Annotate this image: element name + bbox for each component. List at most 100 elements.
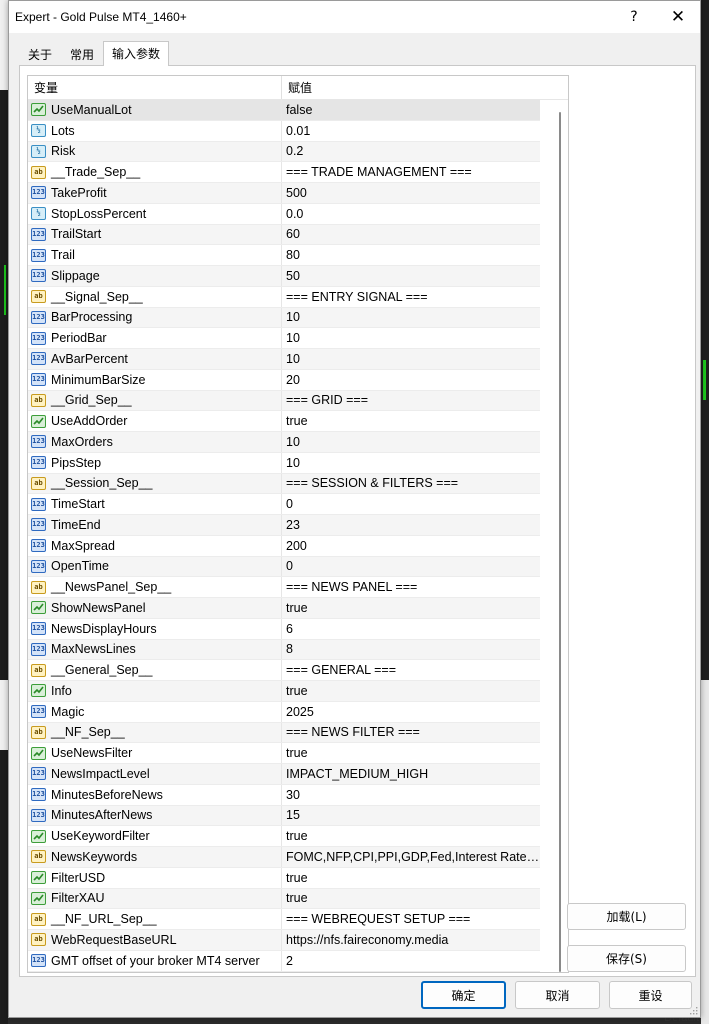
parameter-name-cell[interactable]: 123 MinutesAfterNews bbox=[28, 805, 282, 826]
parameter-row[interactable]: ShowNewsPanel true bbox=[28, 598, 540, 619]
parameter-value[interactable]: 0.2 bbox=[282, 144, 540, 158]
parameter-name-cell[interactable]: UseAddOrder bbox=[28, 411, 282, 431]
parameter-value[interactable]: 0.0 bbox=[282, 207, 540, 221]
parameter-row[interactable]: ab __General_Sep__ === GENERAL === bbox=[28, 660, 540, 681]
resize-grip-icon[interactable] bbox=[688, 1005, 698, 1015]
parameter-value[interactable]: true bbox=[282, 414, 540, 428]
parameter-row[interactable]: 123 BarProcessing 10 bbox=[28, 307, 540, 329]
title-bar[interactable]: Expert - Gold Pulse MT4_1460+ ? ✕ bbox=[9, 1, 700, 33]
parameter-name-cell[interactable]: 123 Slippage bbox=[28, 266, 282, 286]
parameter-row[interactable]: FilterXAU true bbox=[28, 888, 540, 910]
parameter-row[interactable]: 123 GMT offset of your broker MT4 server 2 bbox=[28, 950, 540, 972]
parameter-name-cell[interactable]: ab NewsKeywords bbox=[28, 847, 282, 867]
parameter-name-cell[interactable]: 123 Magic bbox=[28, 701, 282, 722]
parameter-value[interactable]: true bbox=[282, 891, 540, 905]
column-header-variable[interactable]: 变量 bbox=[28, 76, 282, 99]
parameter-row[interactable]: ab WebRequestBaseURL https://nfs.fairecono… bbox=[28, 930, 540, 951]
parameter-row[interactable]: 123 MinimumBarSize 20 bbox=[28, 369, 540, 391]
parameter-value[interactable]: 10 bbox=[282, 456, 540, 470]
parameter-row[interactable]: FilterUSD true bbox=[28, 867, 540, 889]
parameter-value[interactable]: === GRID === bbox=[282, 393, 540, 407]
parameter-value[interactable]: 2 bbox=[282, 954, 540, 968]
parameter-value[interactable]: 10 bbox=[282, 352, 540, 366]
parameter-value[interactable]: false bbox=[282, 103, 540, 117]
parameter-name-cell[interactable]: 123 BarProcessing bbox=[28, 307, 282, 328]
parameter-row[interactable]: ab __Grid_Sep__ === GRID === bbox=[28, 390, 540, 412]
ok-button[interactable]: 确定 bbox=[421, 981, 506, 1009]
parameter-name-cell[interactable]: ab __Signal_Sep__ bbox=[28, 286, 282, 307]
parameter-value[interactable]: === NEWS PANEL === bbox=[282, 580, 540, 594]
parameter-value[interactable]: 2025 bbox=[282, 705, 540, 719]
parameter-row[interactable]: 123 TimeStart 0 bbox=[28, 494, 540, 515]
parameter-value[interactable]: === ENTRY SIGNAL === bbox=[282, 290, 540, 304]
parameter-value[interactable]: https://nfs.faireconomy.media bbox=[282, 933, 540, 947]
parameter-value[interactable]: true bbox=[282, 684, 540, 698]
parameter-row[interactable]: 123 PipsStep 10 bbox=[28, 452, 540, 474]
parameter-value[interactable]: IMPACT_MEDIUM_HIGH bbox=[282, 767, 540, 781]
parameter-name-cell[interactable]: 123 TakeProfit bbox=[28, 183, 282, 203]
parameter-row[interactable]: ab __NF_URL_Sep__ === WEBREQUEST SETUP === bbox=[28, 909, 540, 930]
parameter-value[interactable]: 6 bbox=[282, 622, 540, 636]
parameter-value[interactable]: true bbox=[282, 601, 540, 615]
parameter-row[interactable]: 123 NewsDisplayHours 6 bbox=[28, 618, 540, 640]
parameter-row[interactable]: UseKeywordFilter true bbox=[28, 826, 540, 847]
parameter-value[interactable]: 10 bbox=[282, 331, 540, 345]
parameter-value[interactable]: 23 bbox=[282, 518, 540, 532]
tab-inputs[interactable]: 输入参数 bbox=[103, 41, 170, 66]
parameter-name-cell[interactable]: 123 TimeStart bbox=[28, 494, 282, 514]
parameter-name-cell[interactable]: 123 MinutesBeforeNews bbox=[28, 784, 282, 805]
parameter-value[interactable]: === GENERAL === bbox=[282, 663, 540, 677]
parameter-row[interactable]: UseNewsFilter true bbox=[28, 743, 540, 764]
parameter-name-cell[interactable]: 123 MaxSpread bbox=[28, 535, 282, 556]
cancel-button[interactable]: 取消 bbox=[515, 981, 600, 1009]
parameter-value[interactable]: 50 bbox=[282, 269, 540, 283]
parameter-value[interactable]: 10 bbox=[282, 435, 540, 449]
parameter-value[interactable]: 200 bbox=[282, 539, 540, 553]
parameter-name-cell[interactable]: 123 TrailStart bbox=[28, 224, 282, 245]
column-header-value[interactable]: 赋值 bbox=[282, 76, 568, 99]
parameter-value[interactable]: 8 bbox=[282, 642, 540, 656]
parameter-row[interactable]: ab __NF_Sep__ === NEWS FILTER === bbox=[28, 722, 540, 744]
parameter-row[interactable]: ab NewsKeywords FOMC,NFP,CPI,PPI,GDP,Fed,I… bbox=[28, 847, 540, 868]
parameter-name-cell[interactable]: ab __Grid_Sep__ bbox=[28, 390, 282, 411]
parameter-name-cell[interactable]: 123 NewsImpactLevel bbox=[28, 764, 282, 784]
parameter-row[interactable]: ½ Risk 0.2 bbox=[28, 141, 540, 163]
parameter-value[interactable]: === NEWS FILTER === bbox=[282, 725, 540, 739]
parameter-row[interactable]: 123 TimeEnd 23 bbox=[28, 515, 540, 536]
parameter-row[interactable]: 123 MaxSpread 200 bbox=[28, 535, 540, 557]
parameter-row[interactable]: 123 MaxOrders 10 bbox=[28, 432, 540, 453]
parameter-name-cell[interactable]: ab __NF_URL_Sep__ bbox=[28, 909, 282, 929]
parameter-row[interactable]: ½ StopLossPercent 0.0 bbox=[28, 203, 540, 225]
parameter-row[interactable]: UseManualLot false bbox=[28, 100, 540, 121]
parameter-value[interactable]: true bbox=[282, 829, 540, 843]
parameter-value[interactable]: FOMC,NFP,CPI,PPI,GDP,Fed,Interest Rate,.… bbox=[282, 850, 540, 864]
parameter-value[interactable]: 80 bbox=[282, 248, 540, 262]
parameter-row[interactable]: 123 Magic 2025 bbox=[28, 701, 540, 723]
parameter-row[interactable]: 123 TakeProfit 500 bbox=[28, 183, 540, 204]
parameter-value[interactable]: === SESSION & FILTERS === bbox=[282, 476, 540, 490]
parameter-name-cell[interactable]: ab __NF_Sep__ bbox=[28, 722, 282, 743]
parameter-value[interactable]: 30 bbox=[282, 788, 540, 802]
parameter-row[interactable]: 123 MaxNewsLines 8 bbox=[28, 639, 540, 661]
parameter-name-cell[interactable]: 123 GMT offset of your broker MT4 server bbox=[28, 950, 282, 971]
parameter-name-cell[interactable]: Info bbox=[28, 681, 282, 701]
parameter-name-cell[interactable]: 123 TimeEnd bbox=[28, 515, 282, 535]
parameter-name-cell[interactable]: FilterUSD bbox=[28, 867, 282, 888]
tab-about[interactable]: 关于 bbox=[19, 43, 61, 65]
parameter-row[interactable]: 123 TrailStart 60 bbox=[28, 224, 540, 246]
parameter-name-cell[interactable]: ab __Session_Sep__ bbox=[28, 473, 282, 494]
parameter-value[interactable]: true bbox=[282, 871, 540, 885]
parameter-row[interactable]: Info true bbox=[28, 681, 540, 702]
parameter-name-cell[interactable]: ½ Lots bbox=[28, 120, 282, 141]
parameter-name-cell[interactable]: ab __General_Sep__ bbox=[28, 660, 282, 680]
parameter-name-cell[interactable]: 123 Trail bbox=[28, 245, 282, 265]
parameter-value[interactable]: 15 bbox=[282, 808, 540, 822]
parameter-name-cell[interactable]: 123 AvBarPercent bbox=[28, 349, 282, 369]
parameter-name-cell[interactable]: 123 OpenTime bbox=[28, 556, 282, 577]
save-button[interactable]: 保存(S) bbox=[567, 945, 686, 972]
parameter-name-cell[interactable]: UseNewsFilter bbox=[28, 743, 282, 763]
parameter-name-cell[interactable]: 123 NewsDisplayHours bbox=[28, 618, 282, 639]
parameter-row[interactable]: 123 Trail 80 bbox=[28, 245, 540, 266]
parameter-value[interactable]: === WEBREQUEST SETUP === bbox=[282, 912, 540, 926]
parameter-row[interactable]: 123 MinutesBeforeNews 30 bbox=[28, 784, 540, 806]
